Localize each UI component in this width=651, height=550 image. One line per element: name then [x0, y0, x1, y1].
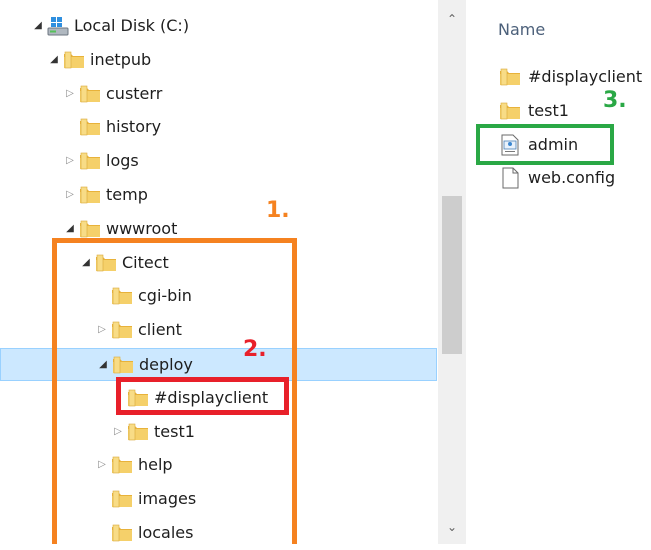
tree-item-label: client: [138, 320, 182, 340]
annotation-step-3: 3.: [603, 88, 627, 113]
folder-icon: [78, 115, 102, 139]
tree-item-client[interactable]: ▷ client: [0, 314, 437, 347]
tree-item-label: locales: [138, 523, 194, 542]
collapse-arrow-icon[interactable]: ◢: [48, 53, 60, 67]
tree-item-test1[interactable]: ▷ test1: [0, 416, 437, 449]
folder-icon: [110, 487, 134, 511]
folder-icon: [62, 48, 86, 72]
tree-item-label: temp: [106, 185, 148, 204]
tree-item-label: help: [138, 455, 173, 475]
expand-arrow-icon[interactable]: ▷: [112, 425, 124, 439]
scroll-down-icon[interactable]: ⌄: [438, 516, 466, 538]
collapse-arrow-icon[interactable]: ◢: [80, 256, 92, 270]
tree-scrollbar[interactable]: ⌃ ⌄: [438, 0, 466, 544]
tree-item-label: history: [106, 117, 162, 137]
document-icon: [498, 166, 522, 190]
tree-item-label: inetpub: [90, 49, 152, 69]
name-column-header[interactable]: Name: [498, 20, 545, 39]
folder-icon: [126, 420, 150, 444]
tree-item-label: logs: [106, 151, 139, 171]
annotation-step-2: 2.: [243, 337, 267, 362]
tree-item-label: deploy: [139, 355, 193, 374]
folder-icon: [110, 453, 134, 477]
tree-item-custerr[interactable]: ▷ custerr: [0, 78, 437, 111]
file-item-label: #displayclient: [528, 67, 643, 86]
tree-item-inetpub[interactable]: ◢ inetpub: [0, 44, 437, 77]
folder-icon: [111, 353, 135, 377]
annotation-step-1: 1.: [266, 198, 290, 223]
folder-icon: [78, 82, 102, 106]
tree-item-label: test1: [154, 421, 195, 441]
tree-item-history[interactable]: history: [0, 111, 437, 144]
tree-item-temp[interactable]: ▷ temp: [0, 179, 437, 212]
tree-item-local-disk-c[interactable]: ◢ Local Disk (C:): [0, 10, 437, 43]
expand-arrow-icon[interactable]: ▷: [64, 87, 76, 101]
folder-icon: [498, 65, 522, 89]
tree-item-citect[interactable]: ◢ Citect: [0, 247, 437, 280]
expand-arrow-icon[interactable]: ▷: [64, 188, 76, 202]
tree-item-displayclient[interactable]: #displayclient: [0, 382, 437, 415]
folder-icon: [78, 183, 102, 207]
scrollbar-thumb[interactable]: [442, 196, 462, 354]
folder-icon: [126, 386, 150, 410]
application-file-icon: [498, 133, 522, 157]
tree-item-wwwroot[interactable]: ◢ wwwroot: [0, 213, 437, 246]
folder-icon: [78, 217, 102, 241]
tree-item-cgi-bin[interactable]: cgi-bin: [0, 280, 437, 313]
tree-item-label: wwwroot: [106, 218, 178, 238]
tree-item-deploy[interactable]: ◢ deploy: [0, 348, 437, 381]
tree-item-help[interactable]: ▷ help: [0, 449, 437, 482]
tree-item-images[interactable]: images: [0, 483, 437, 516]
folder-icon: [110, 521, 134, 545]
folder-icon: [110, 318, 134, 342]
folder-icon: [78, 149, 102, 173]
file-item-label: test1: [528, 101, 569, 120]
collapse-arrow-icon[interactable]: ◢: [32, 19, 44, 33]
folder-icon: [94, 251, 118, 275]
file-list-pane: Name #displayclient test1 admin web.config: [470, 0, 651, 544]
folder-icon: [498, 99, 522, 123]
file-item-admin[interactable]: admin: [498, 130, 648, 160]
tree-item-label: #displayclient: [154, 387, 269, 407]
collapse-arrow-icon[interactable]: ◢: [97, 358, 109, 372]
tree-item-label: custerr: [106, 83, 163, 103]
collapse-arrow-icon[interactable]: ◢: [64, 222, 76, 236]
tree-item-locales[interactable]: locales: [0, 517, 437, 550]
tree-item-label: Local Disk (C:): [74, 16, 190, 35]
scroll-up-icon[interactable]: ⌃: [438, 8, 466, 30]
tree-item-label: cgi-bin: [138, 286, 192, 306]
tree-item-label: images: [138, 489, 197, 509]
folder-tree: ◢ Local Disk (C:) ◢ inetpub ▷ custerr history ▷…: [0, 0, 437, 544]
file-item-label: web.config: [528, 168, 616, 187]
file-item-web-config[interactable]: web.config: [498, 163, 648, 193]
drive-icon: [46, 14, 70, 38]
folder-icon: [110, 284, 134, 308]
expand-arrow-icon[interactable]: ▷: [96, 323, 108, 337]
file-item-label: admin: [528, 135, 579, 154]
expand-arrow-icon[interactable]: ▷: [64, 154, 76, 168]
expand-arrow-icon[interactable]: ▷: [96, 458, 108, 472]
tree-item-logs[interactable]: ▷ logs: [0, 145, 437, 178]
tree-item-label: Citect: [122, 252, 169, 272]
